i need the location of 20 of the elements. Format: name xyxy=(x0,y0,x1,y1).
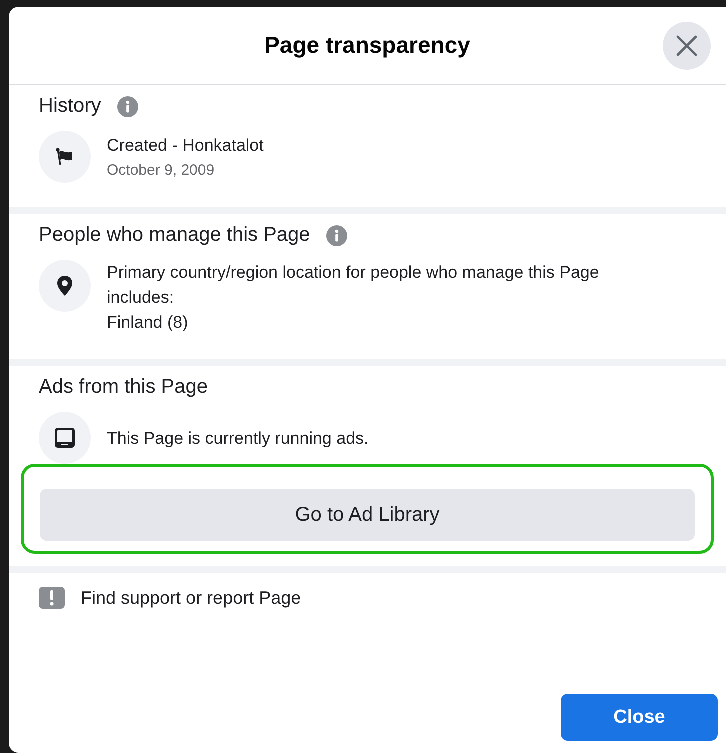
close-icon xyxy=(676,35,698,57)
alert-icon xyxy=(39,587,65,609)
date-text: October 9, 2009 xyxy=(107,160,216,180)
detail-text: This Page is currently running ads. xyxy=(107,428,369,450)
section-title: People who manage this Page xyxy=(39,224,310,247)
tablet-icon xyxy=(54,427,76,449)
section-title: Ads from this Page xyxy=(39,376,208,399)
section-title: History xyxy=(39,95,102,118)
close-button[interactable] xyxy=(663,22,711,70)
close-dialog-button[interactable]: Close xyxy=(561,694,718,741)
dialog-title: Page transparency xyxy=(264,32,470,59)
support-link[interactable]: Find support or report Page xyxy=(81,588,302,608)
flag-icon xyxy=(55,147,75,167)
detail-text: Finland (8) xyxy=(107,312,190,334)
detail-text: Primary country/region location for people who manage this Page includes: xyxy=(107,262,600,309)
ad-library-button[interactable]: Go to Ad Library xyxy=(40,489,695,541)
info-icon[interactable] xyxy=(117,96,140,118)
detail-text: Created - Honkatalot xyxy=(107,134,264,156)
info-icon[interactable] xyxy=(326,224,348,246)
location-pin-icon xyxy=(56,275,74,297)
